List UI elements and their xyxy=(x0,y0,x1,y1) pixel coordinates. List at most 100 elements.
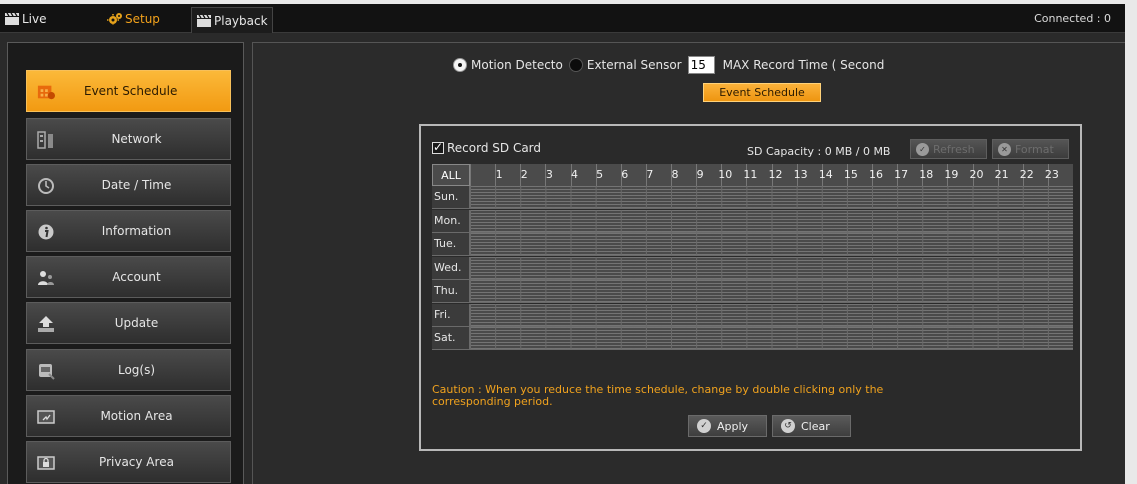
tab-playback-label: Playback xyxy=(214,13,268,28)
day-row: Sun. xyxy=(432,186,1073,209)
sidebar: Event Schedule Network Date / Time Infor… xyxy=(7,42,244,484)
clear-button[interactable]: ↺ Clear xyxy=(772,415,851,437)
hour-label[interactable]: 14 xyxy=(815,168,837,181)
hour-label[interactable]: 12 xyxy=(765,168,787,181)
hour-label[interactable]: 23 xyxy=(1041,168,1063,181)
gear-icon xyxy=(107,13,122,25)
external-sensor-label: External Sensor xyxy=(586,58,682,72)
event-schedule-button[interactable]: Event Schedule xyxy=(703,83,821,102)
calendar-icon xyxy=(37,83,55,101)
hour-label[interactable]: 8 xyxy=(664,168,686,181)
hour-label[interactable]: 7 xyxy=(639,168,661,181)
day-hour-cells[interactable] xyxy=(470,327,1073,350)
sidebar-item-update[interactable]: Update xyxy=(26,302,231,344)
max-record-time-input[interactable] xyxy=(687,56,715,74)
day-hour-cells[interactable] xyxy=(470,303,1073,327)
record-sd-checkbox[interactable]: Record SD Card xyxy=(432,140,541,155)
hour-label[interactable]: 15 xyxy=(840,168,862,181)
day-hour-cells[interactable] xyxy=(470,233,1073,256)
caution-text: Caution : When you reduce the time sched… xyxy=(432,384,884,408)
sidebar-item-logs[interactable]: Log(s) xyxy=(26,349,231,391)
sidebar-item-event-schedule[interactable]: Event Schedule xyxy=(26,70,231,112)
sidebar-item-label: Log(s) xyxy=(117,363,156,377)
day-label[interactable]: Wed. xyxy=(432,256,470,280)
select-all-cell[interactable]: ALL xyxy=(432,164,470,186)
hour-label[interactable]: 2 xyxy=(513,168,535,181)
sd-capacity: SD Capacity : 0 MB / 0 MB xyxy=(747,145,891,158)
check-circle-icon: ✓ xyxy=(697,419,711,433)
users-icon xyxy=(37,269,55,287)
format-label: Format xyxy=(1015,142,1054,156)
info-icon xyxy=(37,223,55,241)
hour-label[interactable]: 19 xyxy=(940,168,962,181)
upload-icon xyxy=(37,315,55,333)
day-hour-cells[interactable] xyxy=(470,256,1073,280)
day-row: Sat. xyxy=(432,327,1073,350)
apply-label: Apply xyxy=(717,419,749,433)
day-label[interactable]: Fri. xyxy=(432,303,470,327)
sidebar-item-network[interactable]: Network xyxy=(26,118,231,160)
sidebar-item-label: Event Schedule xyxy=(84,84,178,98)
format-button[interactable]: ✕ Format xyxy=(992,139,1069,159)
sidebar-item-motion-area[interactable]: Motion Area xyxy=(26,395,231,437)
hour-label[interactable]: 17 xyxy=(890,168,912,181)
day-row: Wed. xyxy=(432,256,1073,280)
motion-detect-label: Motion Detecto xyxy=(471,58,563,72)
clear-label: Clear xyxy=(801,419,830,433)
tab-live[interactable]: Live xyxy=(4,4,47,33)
day-hour-cells[interactable] xyxy=(470,209,1073,233)
sidebar-item-date-time[interactable]: Date / Time xyxy=(26,164,231,206)
check-circle-icon: ✓ xyxy=(916,142,929,156)
schedule-grid: ALL 1 2 3 4 5 6 7 8 9 10 11 12 13 14 15 16 17 18 19 20 21 22 2… xyxy=(432,164,1073,379)
hour-label[interactable]: 18 xyxy=(915,168,937,181)
hour-label[interactable]: 13 xyxy=(790,168,812,181)
connection-status: Connected : 0 xyxy=(1034,12,1111,25)
max-record-time-label: MAX Record Time ( Second xyxy=(722,58,885,72)
tab-playback[interactable]: Playback xyxy=(191,7,273,33)
trigger-row: Motion Detecto External Sensor MAX Recor… xyxy=(453,55,884,75)
hour-label[interactable]: 6 xyxy=(614,168,636,181)
day-label[interactable]: Thu. xyxy=(432,280,470,303)
day-row: Tue. xyxy=(432,233,1073,256)
hour-label[interactable]: 9 xyxy=(689,168,711,181)
sidebar-item-label: Date / Time xyxy=(101,178,172,192)
log-icon xyxy=(37,362,55,380)
day-label[interactable]: Sat. xyxy=(432,327,470,350)
day-label[interactable]: Tue. xyxy=(432,233,470,256)
hour-label[interactable]: 20 xyxy=(966,168,988,181)
grid-header: ALL 1 2 3 4 5 6 7 8 9 10 11 12 13 14 15 16 17 18 19 20 21 22 2… xyxy=(432,164,1073,186)
sidebar-item-label: Privacy Area xyxy=(99,455,174,469)
hour-label[interactable]: 11 xyxy=(739,168,761,181)
hour-label[interactable]: 4 xyxy=(564,168,586,181)
lock-icon xyxy=(37,454,55,472)
checkbox-check-icon xyxy=(432,140,444,154)
hour-label[interactable]: 21 xyxy=(991,168,1013,181)
undo-icon: ↺ xyxy=(781,419,795,433)
day-hour-cells[interactable] xyxy=(470,280,1073,303)
sidebar-item-label: Information xyxy=(101,224,172,238)
hour-label[interactable]: 10 xyxy=(714,168,736,181)
hour-label[interactable]: 1 xyxy=(488,168,510,181)
day-hour-cells[interactable] xyxy=(470,186,1073,209)
top-nav: Live Setup Playback Connected: 0 xyxy=(0,4,1125,33)
external-sensor-radio[interactable] xyxy=(568,58,583,72)
main-area: Event Schedule Network Date / Time Infor… xyxy=(0,33,1125,484)
hour-label[interactable]: 22 xyxy=(1016,168,1038,181)
hour-label[interactable]: 16 xyxy=(865,168,887,181)
apply-button[interactable]: ✓ Apply xyxy=(688,415,767,437)
refresh-label: Refresh xyxy=(933,142,975,156)
tab-setup[interactable]: Setup xyxy=(107,4,160,33)
sidebar-item-label: Network xyxy=(111,132,162,146)
motion-detect-radio[interactable] xyxy=(453,58,467,72)
day-label[interactable]: Mon. xyxy=(432,209,470,233)
hour-label[interactable]: 5 xyxy=(589,168,611,181)
refresh-button[interactable]: ✓ Refresh xyxy=(910,139,987,159)
day-label[interactable]: Sun. xyxy=(432,186,470,209)
sidebar-item-account[interactable]: Account xyxy=(26,256,231,298)
hour-label[interactable]: 3 xyxy=(538,168,560,181)
clapper-icon xyxy=(5,12,19,25)
sidebar-item-information[interactable]: Information xyxy=(26,210,231,252)
tab-live-label: Live xyxy=(22,11,47,26)
sidebar-item-privacy-area[interactable]: Privacy Area xyxy=(26,441,231,483)
schedule-panel: Record SD Card SD Capacity : 0 MB / 0 MB… xyxy=(419,124,1082,451)
